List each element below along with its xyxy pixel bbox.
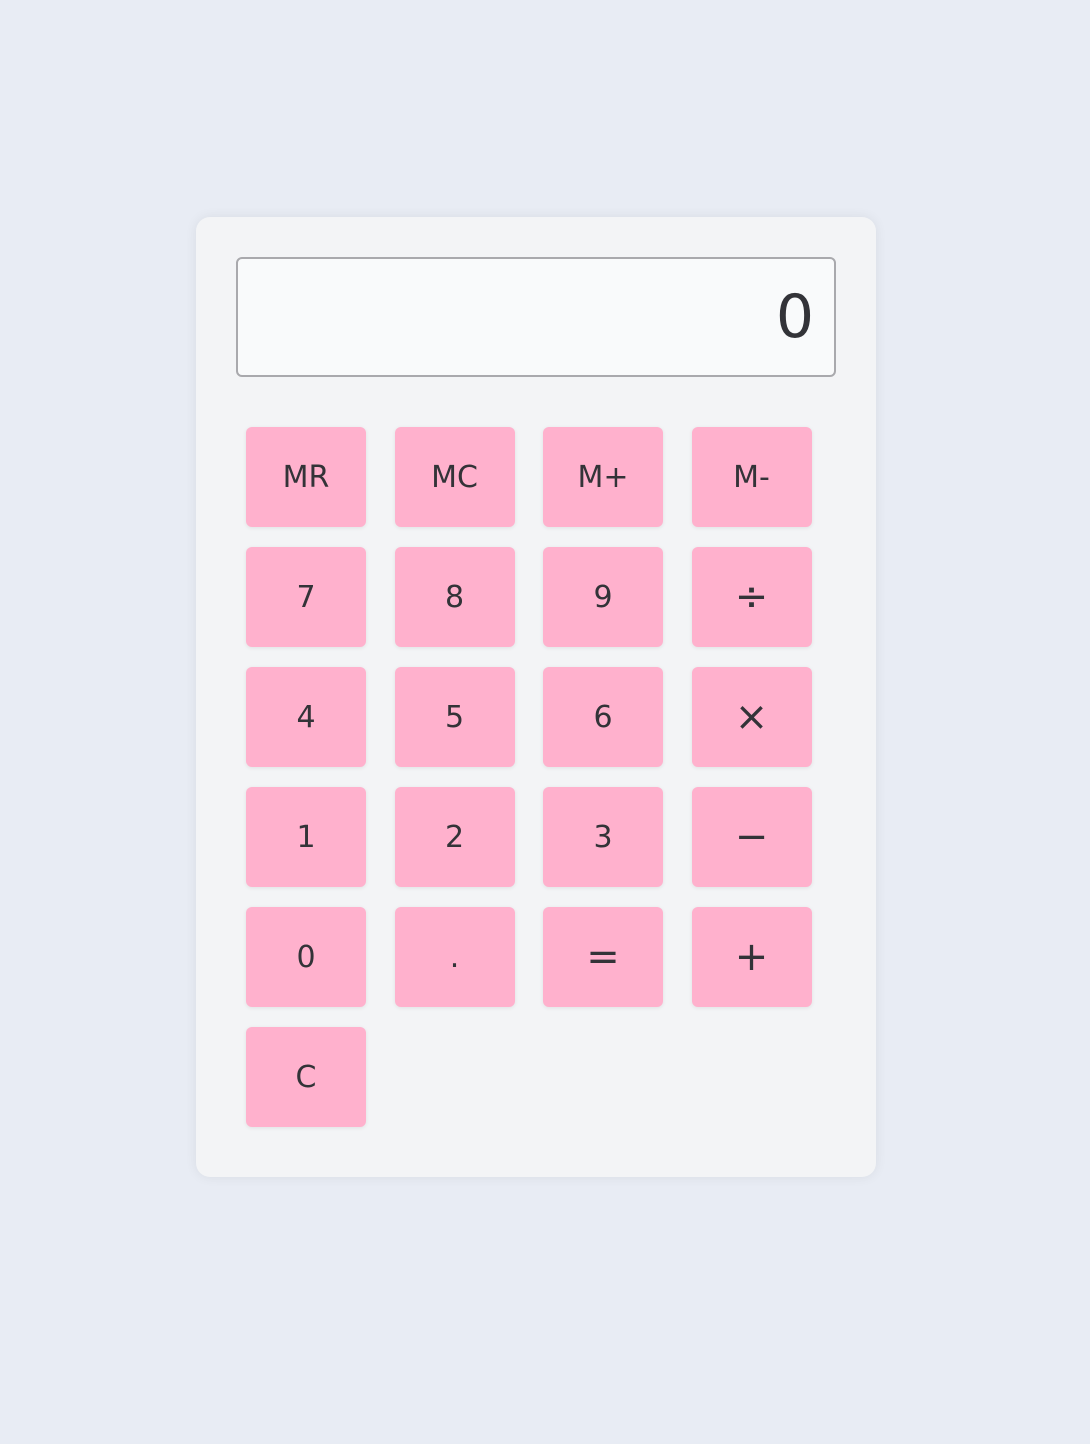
digit-9-button[interactable]: 9 <box>543 547 663 647</box>
calculator-panel: 0 MR MC M+ M- 7 8 9 ÷ 4 5 6 × 1 2 3 − 0 … <box>196 217 876 1177</box>
keypad: MR MC M+ M- 7 8 9 ÷ 4 5 6 × 1 2 3 − 0 . … <box>246 427 812 1127</box>
digit-1-button[interactable]: 1 <box>246 787 366 887</box>
digit-4-button[interactable]: 4 <box>246 667 366 767</box>
equals-button[interactable]: = <box>543 907 663 1007</box>
memory-subtract-button[interactable]: M- <box>691 427 812 527</box>
digit-5-button[interactable]: 5 <box>394 667 515 767</box>
digit-6-button[interactable]: 6 <box>543 667 663 767</box>
digit-2-button[interactable]: 2 <box>394 787 515 887</box>
memory-recall-button[interactable]: MR <box>246 427 366 527</box>
digit-7-button[interactable]: 7 <box>246 547 366 647</box>
calculator-display: 0 <box>236 257 836 377</box>
memory-add-button[interactable]: M+ <box>543 427 663 527</box>
decimal-point-button[interactable]: . <box>394 907 515 1007</box>
clear-button[interactable]: C <box>246 1027 366 1127</box>
subtract-button[interactable]: − <box>691 787 812 887</box>
memory-clear-button[interactable]: MC <box>394 427 515 527</box>
digit-3-button[interactable]: 3 <box>543 787 663 887</box>
digit-0-button[interactable]: 0 <box>246 907 366 1007</box>
display-value: 0 <box>775 282 814 352</box>
digit-8-button[interactable]: 8 <box>394 547 515 647</box>
multiply-button[interactable]: × <box>691 667 812 767</box>
divide-button[interactable]: ÷ <box>691 547 812 647</box>
add-button[interactable]: + <box>691 907 812 1007</box>
